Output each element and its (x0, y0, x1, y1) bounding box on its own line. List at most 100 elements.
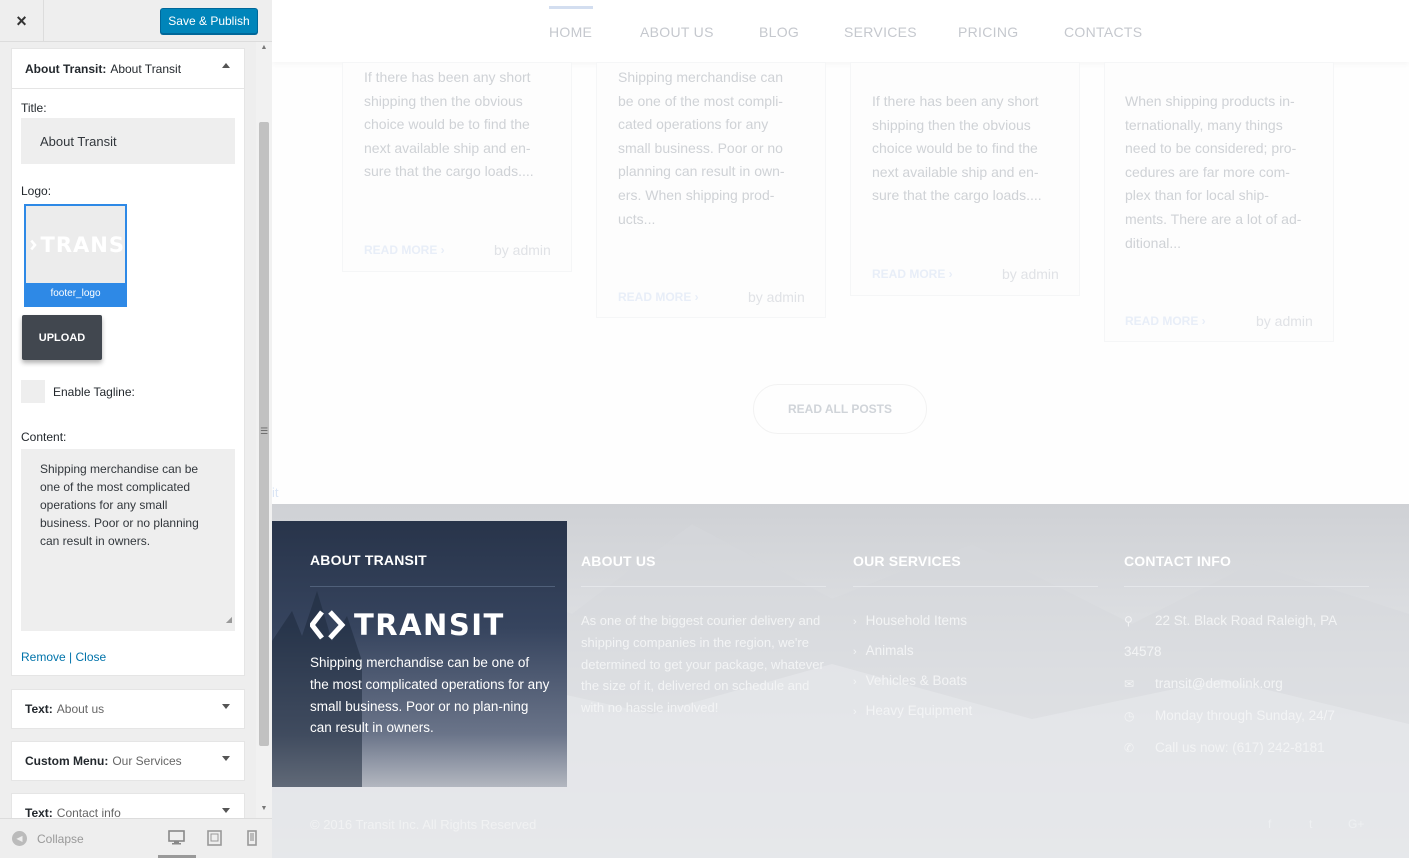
widget-name: Our Services (112, 754, 182, 768)
widget-type-label: About Transit: (25, 61, 107, 76)
read-more-link[interactable]: READ MORE › (364, 243, 445, 257)
contact-phone[interactable]: ✆ Call us now: (617) 242-8181 (1124, 740, 1325, 755)
contact-address-2: 34578 (1124, 644, 1162, 659)
collapse-label: Collapse (37, 831, 84, 846)
remove-link[interactable]: Remove (21, 650, 66, 664)
footer-aboutus-title: ABOUT US (581, 553, 656, 569)
post-excerpt: If there has been any short shipping the… (364, 66, 534, 184)
widget-text-about-us: Text: About us (11, 689, 245, 729)
excerpt-line: ucts... (618, 210, 656, 227)
scroll-grip-icon: ☰ (259, 426, 269, 436)
widget-custom-menu-header[interactable]: Custom Menu: Our Services (12, 742, 244, 780)
widget-name: About us (56, 702, 105, 716)
post-author: by admin (748, 289, 805, 305)
contact-address: ⚲ 22 St. Black Road Raleigh, PA (1124, 613, 1337, 628)
widget-name: Contact info (56, 806, 121, 818)
collapse-button[interactable]: ◀ Collapse (12, 831, 84, 846)
link-separator: | (69, 650, 73, 664)
excerpt-line: next available ship and en- (364, 139, 531, 156)
nav-blog[interactable]: BLOG (759, 24, 799, 40)
service-link[interactable]: › Vehicles & Boats (853, 673, 967, 688)
widget-text-contact-header[interactable]: Text: Contact info (12, 794, 244, 818)
nav-about-us[interactable]: ABOUT US (640, 24, 714, 40)
read-more-link[interactable]: READ MORE › (872, 267, 953, 281)
site-preview: HOME ABOUT US BLOG SERVICES PRICING CONT… (272, 0, 1409, 858)
footer-aboutus-text: As one of the biggest courier delivery a… (581, 613, 824, 716)
close-link[interactable]: Close (76, 650, 107, 664)
site-footer: ABOUT TRANSIT TRANSIT Shipping merchandi… (272, 504, 1409, 858)
footer-divider (1124, 586, 1369, 587)
desktop-icon[interactable] (168, 830, 185, 845)
google-plus-icon[interactable]: G+ (1348, 817, 1364, 831)
transit-logo-text: TRANSIT (354, 608, 505, 642)
excerpt-line: shipping then the obvious (872, 116, 1031, 133)
service-link[interactable]: › Heavy Equipment (853, 703, 972, 718)
partial-link[interactable]: it (272, 485, 279, 500)
scroll-down-arrow-icon[interactable]: ▼ (259, 805, 269, 812)
widget-type-label: Text: (25, 702, 53, 716)
post-excerpt: When shipping products in- ternationally… (1125, 90, 1301, 255)
excerpt-line: shipping then the obvious (364, 92, 523, 109)
excerpt-line: be one of the most compli- (618, 92, 783, 109)
service-label: Vehicles & Boats (865, 673, 967, 688)
logo-chevron-icon (30, 239, 37, 250)
excerpt-line: ers. When shipping prod- (618, 186, 775, 203)
twitter-icon[interactable]: t (1309, 817, 1312, 831)
mobile-icon[interactable] (247, 830, 257, 846)
widget-text-about-us-header[interactable]: Text: About us (12, 690, 244, 728)
widget-list[interactable]: About Transit: About Transit Title: Abou… (0, 42, 256, 818)
footer-about-text: Shipping merchandise can be one of the m… (310, 655, 550, 736)
title-field[interactable]: About Transit (21, 118, 235, 164)
customizer-sidebar: × Save & Publish About Transit: About Tr… (0, 0, 272, 858)
customizer-header: × Save & Publish (0, 0, 272, 42)
expand-arrow-icon[interactable] (222, 704, 230, 709)
scroll-up-arrow-icon[interactable]: ▲ (259, 44, 269, 51)
excerpt-line: When shipping products in- (1125, 93, 1295, 109)
read-more-link[interactable]: READ MORE › (1125, 314, 1206, 328)
widget-type-label: Text: (25, 806, 53, 818)
service-link[interactable]: › Household Items (853, 613, 967, 628)
clock-icon: ◷ (1124, 709, 1135, 723)
tablet-icon[interactable] (207, 830, 222, 846)
save-publish-button[interactable]: Save & Publish (160, 8, 258, 34)
post-author: by admin (494, 242, 551, 258)
excerpt-line: Shipping merchandise can (618, 69, 783, 85)
nav-pricing[interactable]: PRICING (958, 24, 1018, 40)
excerpt-line: sure that the cargo loads.... (364, 163, 534, 180)
service-label: Animals (865, 643, 914, 658)
chevron-right-icon: › (853, 676, 857, 688)
resize-grip-icon[interactable]: ◢ (226, 611, 232, 629)
service-link[interactable]: › Animals (853, 643, 914, 658)
transit-logo[interactable]: TRANSIT (310, 608, 505, 642)
contact-email[interactable]: ✉ transit@demolink.org (1124, 676, 1283, 691)
excerpt-line: next available ship and en- (872, 163, 1039, 180)
content-textarea[interactable]: Shipping merchandise can be one of the m… (21, 449, 235, 631)
tagline-checkbox[interactable] (21, 380, 45, 403)
footer-contact-title: CONTACT INFO (1124, 553, 1232, 569)
logo-attachment[interactable]: TRANS footer_logo (24, 204, 127, 307)
read-more-label: READ MORE (1125, 314, 1199, 328)
read-all-posts-button[interactable]: READ ALL POSTS (753, 384, 927, 434)
excerpt-line: choice would be to find the (872, 140, 1038, 157)
facebook-icon[interactable]: f (1268, 817, 1271, 831)
customizer-footer: ◀ Collapse (0, 818, 272, 858)
footer-about-title: ABOUT TRANSIT (310, 552, 427, 568)
collapse-arrow-icon[interactable] (222, 63, 230, 68)
widget-name: About Transit (110, 61, 182, 76)
map-pin-icon: ⚲ (1124, 614, 1133, 628)
upload-button[interactable]: UPLOAD (22, 315, 102, 360)
read-more-link[interactable]: READ MORE › (618, 290, 699, 304)
nav-contacts[interactable]: CONTACTS (1064, 24, 1142, 40)
chevron-right-icon: › (853, 646, 857, 658)
chevron-right-icon: › (853, 706, 857, 718)
expand-arrow-icon[interactable] (222, 756, 230, 761)
widget-about-transit-header[interactable]: About Transit: About Transit (12, 49, 244, 89)
read-more-label: READ MORE (872, 267, 946, 281)
widget-type-label: Custom Menu: (25, 754, 109, 768)
nav-home[interactable]: HOME (549, 24, 592, 40)
content-text: Shipping merchandise can be one of the m… (40, 462, 199, 548)
read-more-label: READ MORE (364, 243, 438, 257)
expand-arrow-icon[interactable] (222, 808, 230, 813)
close-customizer-button[interactable]: × (0, 0, 44, 42)
nav-services[interactable]: SERVICES (844, 24, 917, 40)
